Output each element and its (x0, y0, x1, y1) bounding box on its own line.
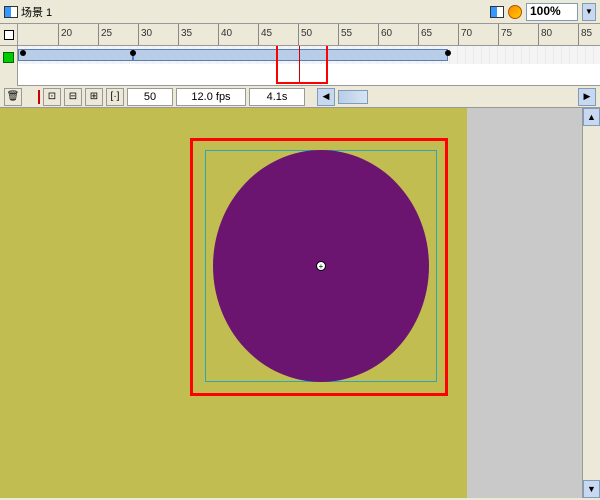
zoom-field[interactable]: 100% (526, 3, 578, 21)
zoom-dropdown[interactable]: ▼ (582, 3, 596, 21)
scene-icon (4, 6, 18, 18)
ruler-tick: 70 (458, 24, 472, 45)
offstage-area (467, 108, 582, 498)
ruler-tick: 50 (298, 24, 312, 45)
layer-header[interactable] (0, 24, 18, 46)
ruler-tick: 55 (338, 24, 352, 45)
frames-area[interactable] (18, 46, 600, 85)
canvas-area: + ▲ ▼ (0, 108, 600, 498)
ruler-tick: 80 (538, 24, 552, 45)
layer-toggle-icon (4, 30, 14, 40)
scroll-left-button[interactable]: ◀ (317, 88, 335, 106)
scroll-down-button[interactable]: ▼ (583, 480, 600, 498)
onion-markers-button[interactable]: [·] (106, 88, 124, 106)
layer-color-cell[interactable] (0, 46, 18, 86)
edit-multiple-button[interactable]: ⊞ (85, 88, 103, 106)
keyframe-icon[interactable] (445, 50, 451, 56)
timeline-ruler-row: 20 25 30 35 40 45 50 55 60 65 70 75 80 85 (0, 24, 600, 46)
trash-button[interactable]: 🗑 (4, 88, 22, 106)
ruler-tick: 75 (498, 24, 512, 45)
timeline-hscroll-thumb[interactable] (338, 90, 368, 104)
vscrollbar[interactable]: ▲ ▼ (582, 108, 600, 498)
timeline-frames-row (0, 46, 600, 86)
ruler-tick: 85 (578, 24, 592, 45)
fps-field[interactable]: 12.0 fps (176, 88, 246, 106)
keyframe-icon[interactable] (20, 50, 26, 56)
layer-color-icon (3, 52, 14, 63)
onion-skin-button[interactable]: ⊡ (43, 88, 61, 106)
registration-point-icon[interactable]: + (316, 261, 326, 271)
ruler-tick: 60 (378, 24, 392, 45)
ruler-tick: 30 (138, 24, 152, 45)
scroll-up-button[interactable]: ▲ (583, 108, 600, 126)
elapsed-time-field: 4.1s (249, 88, 305, 106)
scroll-right-button[interactable]: ▶ (578, 88, 596, 106)
timeline-ruler[interactable]: 20 25 30 35 40 45 50 55 60 65 70 75 80 85 (18, 24, 600, 45)
ruler-tick: 35 (178, 24, 192, 45)
current-frame-marker-icon (38, 90, 40, 104)
ruler-tick: 20 (58, 24, 72, 45)
ruler-tick: 25 (98, 24, 112, 45)
scene-label: 场景 1 (21, 4, 52, 20)
onion-outline-button[interactable]: ⊟ (64, 88, 82, 106)
ruler-tick: 40 (218, 24, 232, 45)
tween-span-1[interactable] (18, 49, 133, 61)
keyframe-icon[interactable] (130, 50, 136, 56)
timeline-status-bar: 🗑 ⊡ ⊟ ⊞ [·] 50 12.0 fps 4.1s ◀ ▶ (0, 86, 600, 108)
tween-span-2[interactable] (133, 49, 448, 61)
edit-symbol-icon[interactable] (508, 5, 522, 19)
scene-selector[interactable]: 场景 1 (4, 4, 52, 20)
current-frame-field[interactable]: 50 (127, 88, 173, 106)
vscroll-track[interactable] (583, 126, 600, 480)
ruler-tick: 45 (258, 24, 272, 45)
top-toolbar: 场景 1 100% ▼ (0, 0, 600, 24)
edit-scene-icon[interactable] (490, 6, 504, 18)
stage-viewport[interactable]: + (0, 108, 582, 498)
ruler-tick: 65 (418, 24, 432, 45)
